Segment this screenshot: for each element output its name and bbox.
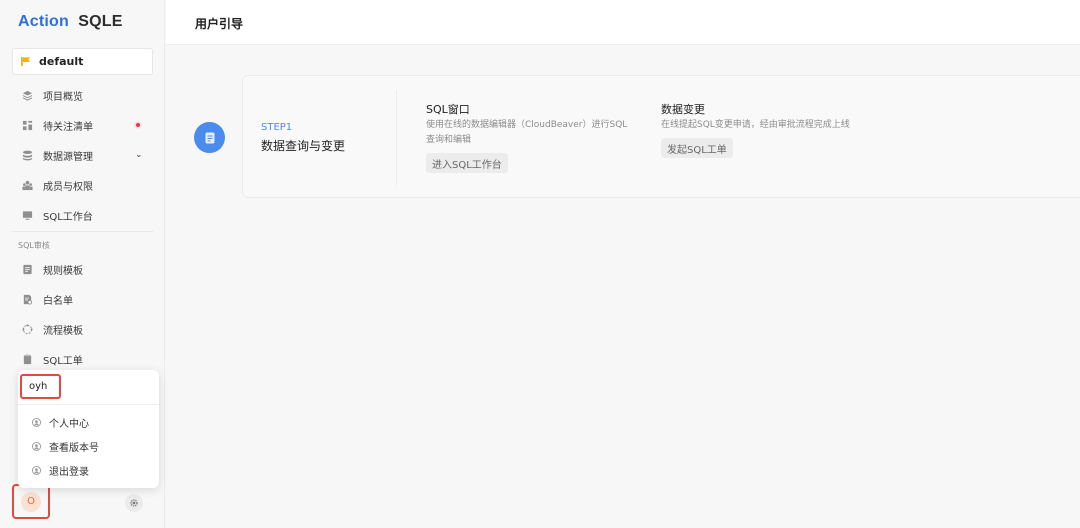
notification-dot [136, 123, 140, 127]
sidebar-item-project-overview[interactable]: 项目概览 [22, 85, 150, 105]
create-sql-ticket-button[interactable]: 发起SQL工单 [661, 138, 733, 158]
user-menu-item-label: 退出登录 [49, 466, 89, 478]
user-menu-item-label: 查看版本号 [49, 442, 99, 454]
action-title-data-change: 数据变更 [661, 103, 705, 116]
sidebar-item-label: 规则模板 [43, 265, 83, 277]
sidebar-item-rule-template[interactable]: 规则模板 [22, 259, 150, 279]
overview-icon [22, 90, 33, 101]
sidebar-item-sql-workbench[interactable]: SQL工作台 [22, 205, 150, 225]
page-header: 用户引导 [166, 0, 1080, 45]
sidebar-item-label: SQL工单 [43, 355, 83, 367]
sidebar-item-todo-list[interactable]: 待关注清单 [22, 115, 150, 135]
sidebar-item-workflow-template[interactable]: 流程模板 [22, 319, 150, 339]
user-menu-username: oyh [20, 374, 61, 399]
page-title: 用户引导 [195, 17, 244, 31]
user-menu-divider [18, 404, 159, 405]
chevron-down-icon: ⌄ [135, 150, 143, 160]
sidebar-item-members[interactable]: 成员与权限 [22, 175, 150, 195]
database-icon [22, 150, 33, 160]
step-label: STEP1 [261, 122, 293, 133]
action-desc-data-change: 在线提起SQL变更申请，经由审批流程完成上线 [661, 120, 850, 130]
sidebar-divider [12, 231, 153, 232]
section-label-sql-audit: SQL审核 [18, 241, 50, 250]
user-icon [32, 417, 41, 427]
project-selector[interactable]: default [12, 48, 153, 75]
rule-template-icon [23, 264, 32, 274]
sidebar-item-label: 流程模板 [43, 325, 83, 337]
user-menu-version[interactable]: 查看版本号 [32, 437, 99, 455]
sidebar-item-label: 成员与权限 [43, 181, 93, 193]
sidebar-item-label: 项目概览 [43, 91, 83, 103]
user-icon [32, 465, 41, 475]
project-name: default [39, 55, 84, 68]
sidebar-item-datasource[interactable]: 数据源管理 ⌄ [22, 145, 150, 165]
settings-button[interactable] [125, 494, 143, 512]
action-title-sql-window: SQL窗口 [426, 103, 470, 116]
user-menu-profile[interactable]: 个人中心 [32, 413, 89, 431]
flag-icon [21, 56, 31, 67]
sidebar-item-label: 白名单 [43, 295, 73, 307]
sidebar-item-label: 待关注清单 [43, 121, 93, 133]
avatar-button[interactable]: O [12, 484, 50, 519]
sidebar-item-label: 数据源管理 [43, 151, 93, 163]
step-title: 数据查询与变更 [261, 139, 346, 153]
action-desc-sql-window: 使用在线的数据编辑器（CloudBeaver）进行SQL查询和编辑 [426, 120, 628, 145]
enter-sql-workbench-button[interactable]: 进入SQL工作台 [426, 153, 508, 173]
sidebar-item-label: SQL工作台 [43, 211, 93, 223]
app-logo[interactable]: Action SQLE [18, 13, 123, 31]
sidebar-item-sql-ticket[interactable]: SQL工单 [22, 349, 150, 369]
user-menu-popover: oyh 个人中心 查看版本号 退出登录 [18, 370, 159, 488]
members-icon [22, 180, 33, 190]
workflow-icon [22, 323, 33, 334]
step-icon [194, 122, 225, 153]
user-menu-item-label: 个人中心 [49, 418, 89, 430]
sidebar-item-whitelist[interactable]: 白名单 [22, 289, 150, 309]
gear-icon [130, 499, 138, 507]
step-divider [396, 90, 397, 185]
todo-list-icon [22, 120, 33, 130]
user-icon [32, 441, 41, 451]
guide-step-card [242, 75, 1080, 198]
document-icon [205, 132, 214, 143]
avatar: O [21, 491, 41, 512]
user-menu-logout[interactable]: 退出登录 [32, 461, 89, 479]
monitor-icon [22, 210, 33, 220]
ticket-icon [23, 353, 32, 364]
whitelist-icon [23, 294, 33, 305]
